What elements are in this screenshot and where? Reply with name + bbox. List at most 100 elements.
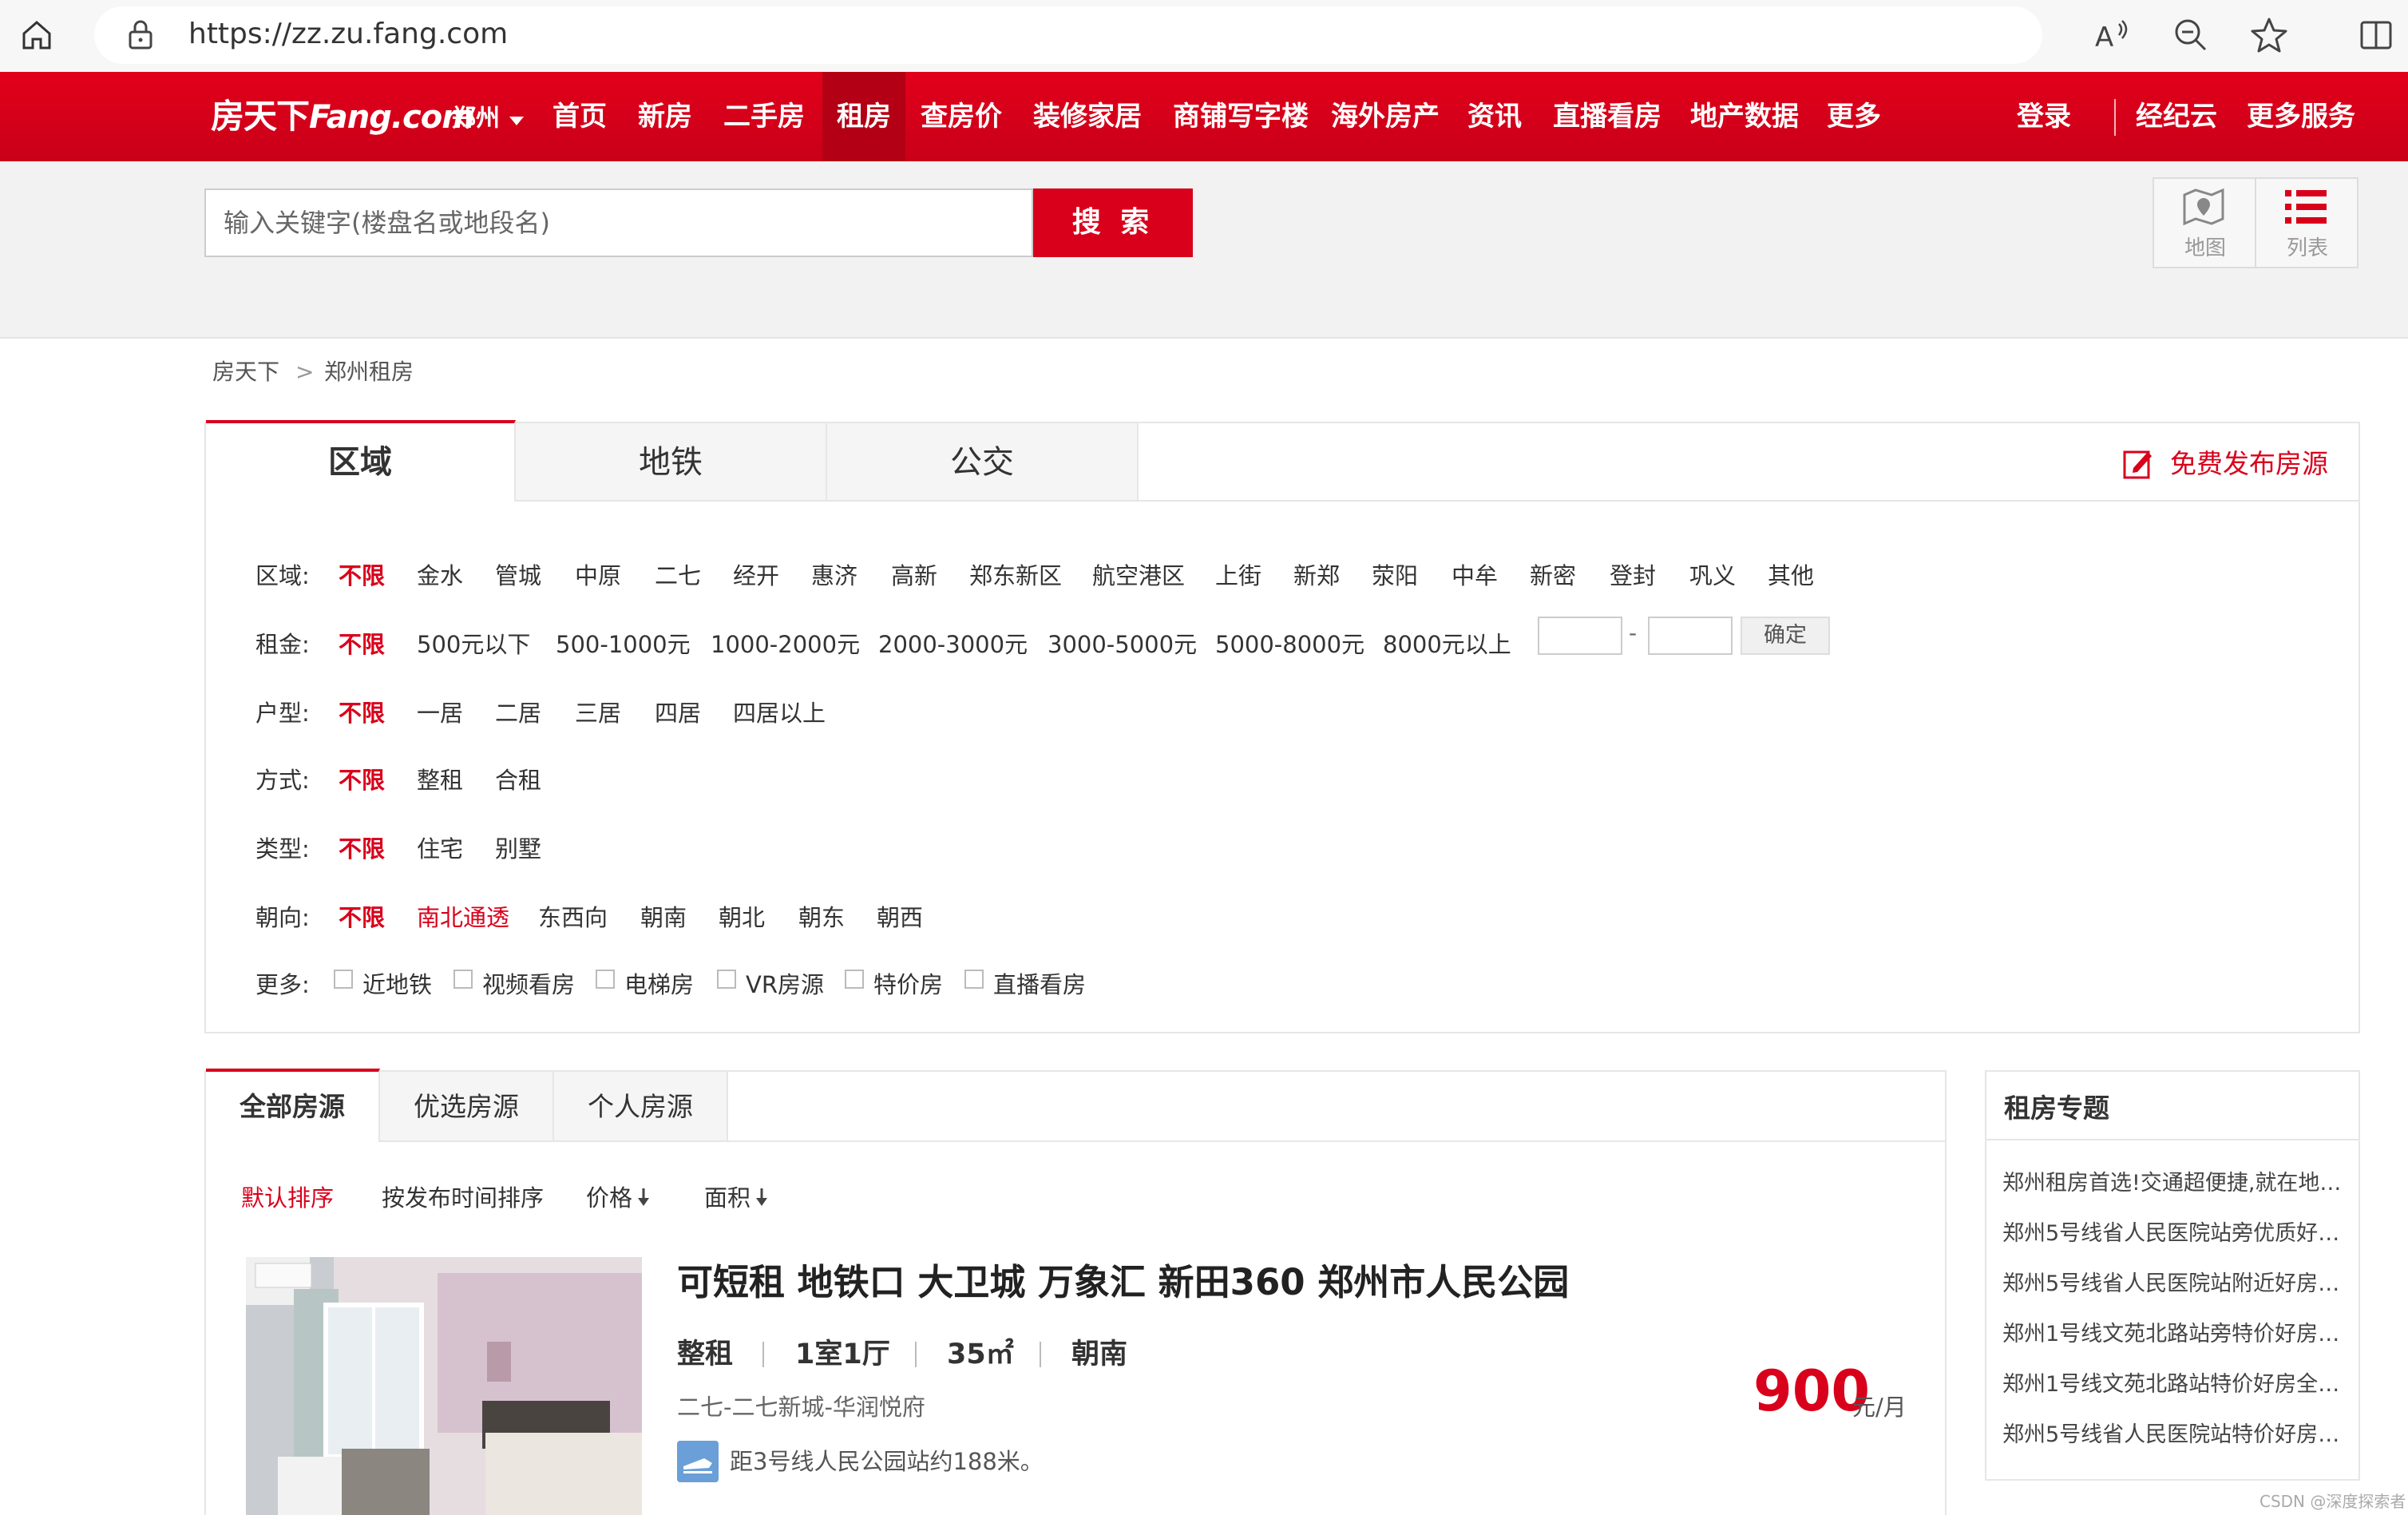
orientation-option[interactable]: 朝西: [877, 899, 923, 933]
region-option[interactable]: 二七: [655, 557, 701, 591]
region-option[interactable]: 登封: [1610, 557, 1656, 591]
sort-by-area[interactable]: 面积: [704, 1182, 751, 1214]
search-button[interactable]: 搜 索: [1033, 188, 1193, 257]
special-price-checkbox[interactable]: [845, 970, 864, 989]
arrow-down-icon[interactable]: [755, 1187, 768, 1208]
min-rent-input[interactable]: [1538, 617, 1622, 655]
tab-personal-listings[interactable]: 个人房源: [554, 1072, 728, 1142]
more-option-label[interactable]: 直播看房: [993, 966, 1086, 1000]
region-option[interactable]: 上街: [1215, 557, 1261, 591]
region-option[interactable]: 巩义: [1689, 557, 1736, 591]
region-option[interactable]: 惠济: [811, 557, 857, 591]
layout-option[interactable]: 三居: [575, 695, 621, 728]
tab-region[interactable]: 区域: [206, 420, 516, 502]
rent-option[interactable]: 3000-5000元: [1048, 626, 1197, 660]
orientation-option[interactable]: 东西向: [538, 899, 608, 933]
map-view-label[interactable]: 地图: [2154, 232, 2256, 261]
favorite-star-icon[interactable]: [2250, 16, 2288, 54]
edit-icon[interactable]: [2122, 447, 2154, 481]
region-option[interactable]: 荥阳: [1372, 557, 1418, 591]
tab-selected-listings[interactable]: 优选房源: [380, 1072, 554, 1142]
rent-option[interactable]: 不限: [339, 626, 385, 660]
nav-new-homes[interactable]: 新房: [631, 72, 699, 161]
publish-listing-link[interactable]: 免费发布房源: [2170, 444, 2328, 484]
type-option[interactable]: 不限: [339, 831, 385, 864]
layout-option[interactable]: 一居: [417, 695, 463, 728]
topic-link[interactable]: 郑州1号线文苑北路站旁特价好房推荐: [2002, 1319, 2346, 1350]
rent-option[interactable]: 8000元以上: [1383, 626, 1511, 660]
max-rent-input[interactable]: [1648, 617, 1733, 655]
caret-down-icon[interactable]: [509, 117, 524, 125]
topic-link[interactable]: 郑州5号线省人民医院站特价好房推荐: [2002, 1419, 2346, 1451]
tab-bus[interactable]: 公交: [827, 423, 1139, 502]
site-logo[interactable]: 房天下Fang.com: [211, 91, 475, 143]
more-option-label[interactable]: 视频看房: [482, 966, 575, 1000]
city-selector[interactable]: 郑州: [452, 101, 500, 137]
orientation-option[interactable]: 朝东: [798, 899, 845, 933]
agent-cloud-link[interactable]: 经纪云: [2133, 72, 2220, 161]
near-subway-checkbox[interactable]: [334, 970, 353, 989]
arrow-down-icon[interactable]: [637, 1187, 650, 1208]
nav-rent[interactable]: 租房: [822, 72, 905, 161]
type-option[interactable]: 别墅: [495, 831, 541, 864]
region-option[interactable]: 不限: [339, 557, 385, 591]
layout-option[interactable]: 不限: [339, 695, 385, 728]
sort-by-time[interactable]: 按发布时间排序: [382, 1182, 544, 1214]
orientation-option[interactable]: 朝南: [640, 899, 687, 933]
more-option-label[interactable]: 电梯房: [624, 966, 694, 1000]
lock-icon[interactable]: [126, 19, 155, 51]
more-option-label[interactable]: VR房源: [746, 966, 824, 1000]
rent-confirm-button[interactable]: 确定: [1741, 617, 1830, 655]
type-option[interactable]: 住宅: [417, 831, 463, 864]
nav-commercial[interactable]: 商铺写字楼: [1167, 72, 1314, 161]
region-option[interactable]: 郑东新区: [969, 557, 1062, 591]
zoom-out-icon[interactable]: [2172, 16, 2210, 54]
mode-option[interactable]: 整租: [417, 762, 463, 795]
more-option-label[interactable]: 特价房: [873, 966, 943, 1000]
nav-home[interactable]: 首页: [545, 72, 615, 161]
url-text[interactable]: https://zz.zu.fang.com: [188, 14, 508, 54]
layout-option[interactable]: 四居: [655, 695, 701, 728]
sort-default[interactable]: 默认排序: [241, 1182, 334, 1214]
region-option[interactable]: 金水: [417, 557, 463, 591]
topic-link[interactable]: 郑州5号线省人民医院站附近好房,拎包入住: [2002, 1268, 2346, 1300]
rent-option[interactable]: 1000-2000元: [711, 626, 860, 660]
sort-by-price[interactable]: 价格: [586, 1182, 632, 1214]
listing-title[interactable]: 可短租 地铁口 大卫城 万象汇 新田360 郑州市人民公园: [677, 1259, 1569, 1307]
breadcrumb-home[interactable]: 房天下: [212, 356, 279, 388]
region-option[interactable]: 管城: [495, 557, 541, 591]
home-icon[interactable]: [19, 18, 54, 53]
nav-price-check[interactable]: 查房价: [917, 72, 1006, 161]
elevator-checkbox[interactable]: [596, 970, 615, 989]
listing-photo[interactable]: [246, 1257, 642, 1515]
more-option-label[interactable]: 近地铁: [362, 966, 432, 1000]
nav-second-hand[interactable]: 二手房: [717, 72, 811, 161]
login-link[interactable]: 登录: [2014, 72, 2074, 161]
rent-option[interactable]: 2000-3000元: [878, 626, 1028, 660]
region-option[interactable]: 中原: [575, 557, 621, 591]
orientation-option[interactable]: 不限: [339, 899, 385, 933]
search-input[interactable]: 输入关键字(楼盘名或地段名): [204, 188, 1033, 257]
nav-home-decor[interactable]: 装修家居: [1028, 72, 1147, 161]
nav-live[interactable]: 直播看房: [1549, 72, 1665, 161]
video-tour-checkbox[interactable]: [453, 970, 473, 989]
tab-subway[interactable]: 地铁: [516, 423, 827, 502]
region-option[interactable]: 新郑: [1293, 557, 1340, 591]
map-icon[interactable]: [2181, 187, 2226, 227]
region-option[interactable]: 高新: [891, 557, 937, 591]
rent-option[interactable]: 500元以下: [417, 626, 530, 660]
orientation-option[interactable]: 朝北: [719, 899, 765, 933]
region-option[interactable]: 中牟: [1452, 557, 1498, 591]
list-view-label[interactable]: 列表: [2256, 232, 2358, 261]
nav-overseas[interactable]: 海外房产: [1330, 72, 1440, 161]
live-tour-checkbox[interactable]: [964, 970, 984, 989]
region-option[interactable]: 航空港区: [1092, 557, 1185, 591]
orientation-option[interactable]: 南北通透: [417, 899, 509, 933]
topic-link[interactable]: 郑州1号线文苑北路站特价好房全新上线: [2002, 1369, 2346, 1401]
mode-option[interactable]: 合租: [495, 762, 541, 795]
region-option[interactable]: 新密: [1530, 557, 1576, 591]
rent-option[interactable]: 5000-8000元: [1215, 626, 1364, 660]
region-option[interactable]: 其他: [1768, 557, 1814, 591]
layout-option[interactable]: 二居: [495, 695, 541, 728]
read-aloud-icon[interactable]: A: [2092, 16, 2130, 54]
